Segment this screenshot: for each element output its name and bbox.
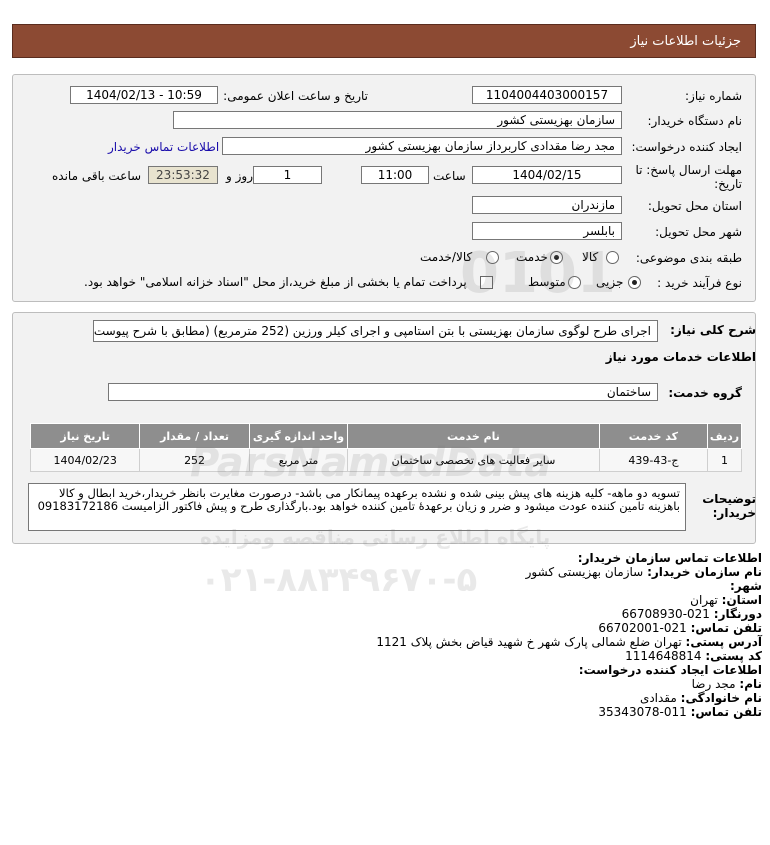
col-header-service-code: کد خدمت bbox=[598, 423, 709, 449]
contact-phone-row: تلفن تماس: 021-66702001 bbox=[598, 621, 762, 635]
cell-date: 1404/02/23 bbox=[29, 448, 141, 472]
category-label: طبقه بندی موضوعی: bbox=[635, 251, 742, 265]
cell-service-code: ج-43-439 bbox=[598, 448, 709, 472]
col-header-row: ردیف bbox=[707, 423, 742, 449]
col-header-unit: واحد اندازه گیری bbox=[248, 423, 349, 449]
deadline-time-field[interactable]: 11:00 bbox=[361, 166, 429, 184]
announce-date-label: تاریخ و ساعت اعلان عمومی: bbox=[223, 89, 368, 103]
deadline-label: مهلت ارسال پاسخ: تا bbox=[635, 163, 742, 177]
contact-fax-label: دورنگار: bbox=[713, 607, 762, 621]
announce-date-field[interactable]: 1404/02/13 - 10:59 bbox=[70, 86, 218, 104]
contact-province-row: استان: تهران bbox=[690, 593, 762, 607]
contact-fax-row: دورنگار: 021-66708930 bbox=[622, 607, 762, 621]
contact-postal-row: کد پستی: 1114648814 bbox=[625, 649, 762, 663]
contact-city-row: شهر: bbox=[730, 579, 762, 593]
contact-address-row: آدرس پستی: تهران ضلع شمالی پارک شهر خ شه… bbox=[376, 635, 762, 649]
need-summary-field[interactable]: اجرای طرح لوگوی سازمان بهزیستی با بتن اس… bbox=[93, 320, 658, 342]
page-header: جزئیات اطلاعات نیاز bbox=[12, 24, 756, 58]
col-header-quantity: تعداد / مقدار bbox=[139, 423, 250, 449]
contact-address-label: آدرس پستی: bbox=[685, 635, 762, 649]
process-radio-minor[interactable] bbox=[628, 276, 641, 289]
category-radio-service[interactable] bbox=[550, 251, 563, 264]
service-group-label: گروه خدمت: bbox=[668, 386, 742, 400]
contact-org-value: سازمان بهزیستی کشور bbox=[525, 565, 644, 579]
process-option-minor: جزیی bbox=[596, 275, 624, 289]
contact-title: اطلاعات تماس سازمان خریدار: bbox=[577, 551, 762, 565]
category-radio-goods-service[interactable] bbox=[486, 251, 499, 264]
buyer-notes-field[interactable]: تسویه دو ماهه- کلیه هزینه های پیش بینی ش… bbox=[28, 483, 686, 531]
days-label: روز و bbox=[226, 169, 253, 183]
process-radio-medium[interactable] bbox=[568, 276, 581, 289]
contact-postal-value: 1114648814 bbox=[625, 649, 702, 663]
city-field[interactable]: بابلسر bbox=[472, 222, 622, 240]
contact-province-label: استان: bbox=[721, 593, 762, 607]
requester-name-row: نام: مجد رضا bbox=[692, 677, 762, 691]
contact-org-row: نام سازمان خریدار: سازمان بهزیستی کشور bbox=[526, 565, 762, 579]
requester-phone-label: تلفن تماس: bbox=[690, 705, 762, 719]
treasury-checkbox[interactable] bbox=[480, 276, 493, 289]
requester-phone-value: 011-35343078 bbox=[598, 705, 687, 719]
services-title: اطلاعات خدمات مورد نیاز bbox=[605, 350, 756, 364]
requester-family-row: نام خانوادگی: مقدادی bbox=[640, 691, 762, 705]
services-table: تاریخ نیاز تعداد / مقدار واحد اندازه گیر… bbox=[29, 423, 742, 472]
watermark-phone: ۰۲۱-۸۸۳۴۹۶۷۰-۵ bbox=[200, 560, 478, 600]
remaining-time-label: ساعت باقی مانده bbox=[52, 169, 142, 183]
province-field[interactable]: مازندران bbox=[472, 196, 622, 214]
process-label: نوع فرآیند خرید : bbox=[657, 276, 742, 290]
category-option-goods: کالا bbox=[582, 250, 599, 264]
contact-province-value: تهران bbox=[690, 593, 718, 607]
requester-name-value: مجد رضا bbox=[691, 677, 736, 691]
buyer-notes-label: توضیحات bbox=[702, 492, 756, 506]
table-row: 1404/02/23 252 متر مربع سایر فعالیت های … bbox=[29, 448, 742, 472]
category-radio-goods[interactable] bbox=[606, 251, 619, 264]
creator-label: ایجاد کننده درخواست: bbox=[631, 140, 742, 154]
col-header-date: تاریخ نیاز bbox=[29, 423, 141, 449]
service-group-field[interactable]: ساختمان bbox=[108, 383, 658, 401]
cell-service-name: سایر فعالیت های تخصصی ساختمان bbox=[347, 448, 600, 472]
contact-phone-value: 021-66702001 bbox=[598, 621, 687, 635]
province-label: استان محل تحویل: bbox=[647, 199, 742, 213]
requester-family-label: نام خانوادگی: bbox=[680, 691, 762, 705]
contact-org-label: نام سازمان خریدار: bbox=[647, 565, 762, 579]
deadline-date-label: تاریخ: bbox=[714, 177, 742, 191]
contact-city-label: شهر: bbox=[730, 579, 762, 593]
cell-quantity: 252 bbox=[139, 448, 250, 472]
category-option-goods-service: کالا/خدمت bbox=[420, 250, 473, 264]
buyer-org-label: نام دستگاه خریدار: bbox=[647, 114, 743, 128]
days-field[interactable]: 1 bbox=[253, 166, 322, 184]
city-label: شهر محل تحویل: bbox=[655, 225, 742, 239]
treasury-note: پرداخت تمام یا بخشی از مبلغ خرید،از محل … bbox=[84, 275, 467, 289]
requester-family-value: مقدادی bbox=[639, 691, 677, 705]
cell-row: 1 bbox=[707, 448, 742, 472]
need-number-label: شماره نیاز: bbox=[685, 89, 742, 103]
table-header-row: تاریخ نیاز تعداد / مقدار واحد اندازه گیر… bbox=[29, 423, 742, 449]
contact-phone-label: تلفن تماس: bbox=[690, 621, 762, 635]
cell-unit: متر مربع bbox=[248, 448, 349, 472]
buyer-contact-link[interactable]: اطلاعات تماس خریدار bbox=[108, 140, 219, 154]
need-number-field[interactable]: 1104004403000157 bbox=[472, 86, 622, 104]
contact-address-value: تهران ضلع شمالی پارک شهر خ شهید قیاض بخش… bbox=[376, 635, 682, 649]
requester-name-label: نام: bbox=[739, 677, 762, 691]
creator-field[interactable]: مجد رضا مقدادی کاربرداز سازمان بهزیستی ک… bbox=[222, 137, 622, 155]
contact-postal-label: کد پستی: bbox=[705, 649, 762, 663]
deadline-time-label: ساعت bbox=[433, 169, 466, 183]
process-option-medium: متوسط bbox=[528, 275, 566, 289]
need-details-panel bbox=[12, 74, 756, 302]
need-summary-label: شرح کلی نیاز: bbox=[670, 323, 756, 337]
col-header-service-name: نام خدمت bbox=[347, 423, 600, 449]
category-option-service: خدمت bbox=[516, 250, 548, 264]
contact-fax-value: 021-66708930 bbox=[621, 607, 710, 621]
page-title: جزئیات اطلاعات نیاز bbox=[630, 34, 741, 49]
requester-title: اطلاعات ایجاد کننده درخواست: bbox=[578, 663, 762, 677]
requester-phone-row: تلفن تماس: 011-35343078 bbox=[598, 705, 762, 719]
remaining-time-field: 23:53:32 bbox=[148, 166, 218, 184]
buyer-notes-label-2: خریدار: bbox=[712, 506, 756, 520]
deadline-date-field[interactable]: 1404/02/15 bbox=[472, 166, 622, 184]
buyer-org-field[interactable]: سازمان بهزیستی کشور bbox=[173, 111, 622, 129]
